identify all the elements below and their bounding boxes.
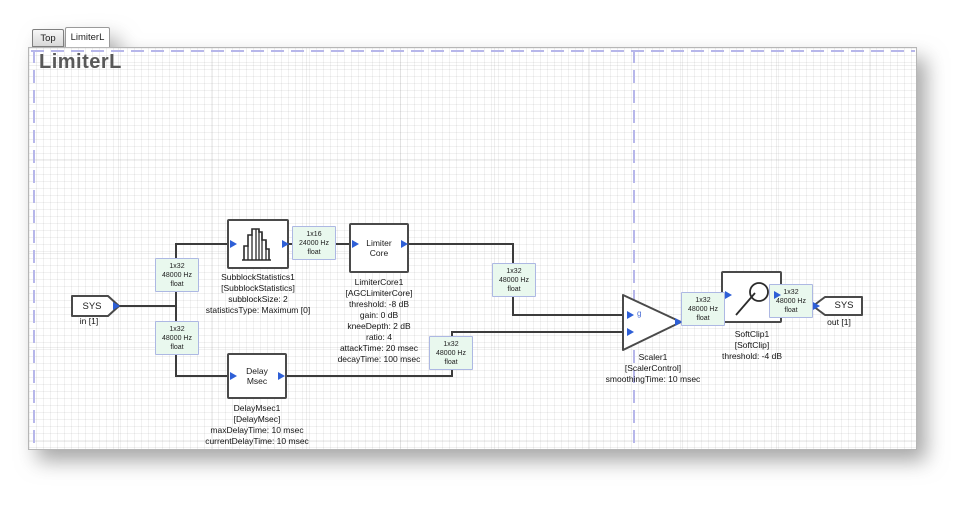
sys-out-input-port-icon — [813, 302, 820, 310]
wire-label-scaler-out[interactable]: 1x3248000 Hzfloat — [681, 292, 725, 326]
wire-delay-out-h[interactable] — [286, 375, 453, 377]
limiter-core-inner-line1: Limiter — [366, 238, 392, 248]
wire-label-in-top[interactable]: 1x3248000 Hzfloat — [155, 258, 199, 292]
delay-inner-line2: Msec — [246, 376, 268, 386]
screenshot-stage: Top LimiterL LimiterL — [0, 0, 975, 508]
wire-label-in-bottom[interactable]: 1x3248000 Hzfloat — [155, 321, 199, 355]
tab-bar: Top LimiterL — [28, 26, 917, 47]
softclip-output-port-icon — [774, 291, 781, 299]
limiter-core-output-port-icon — [401, 240, 408, 248]
delay-output-port-icon — [278, 372, 285, 380]
diagram-canvas[interactable]: LimiterL — [28, 47, 917, 450]
limiter-core-inner-line2: Core — [366, 248, 392, 258]
delay-msec-caption: DelayMsec1 [DelayMsec] maxDelayTime: 10 … — [147, 403, 367, 447]
page-title: LimiterL — [39, 51, 122, 74]
softclip-curve-icon — [729, 275, 775, 319]
scaler-gain-port-icon — [627, 311, 634, 319]
tab-top[interactable]: Top — [32, 29, 64, 47]
page-guide-middle — [633, 50, 635, 450]
wire-label-core-out[interactable]: 1x3248000 Hzfloat — [492, 263, 536, 297]
wire-core-to-scaler[interactable] — [512, 314, 625, 316]
page-guide-top — [31, 50, 915, 52]
wire-to-delay[interactable] — [175, 375, 231, 377]
wire-to-subblock[interactable] — [175, 243, 231, 245]
histogram-icon — [238, 225, 278, 263]
designer-window: Top LimiterL LimiterL — [28, 26, 917, 450]
sys-out-label: SYS — [825, 300, 863, 311]
sys-out-caption: out [1] — [729, 317, 917, 328]
wire-label-subblock-out[interactable]: 1x1624000 Hzfloat — [292, 226, 336, 260]
softclip-input-port-icon — [725, 291, 732, 299]
wire-core-out-h[interactable] — [408, 243, 514, 245]
delay-inner-line1: Delay — [246, 366, 268, 376]
delay-input-port-icon — [230, 372, 237, 380]
block-limiter-core[interactable]: Limiter Core — [349, 223, 409, 273]
sys-in-output-port-icon — [113, 302, 120, 310]
limiter-core-input-port-icon — [352, 240, 359, 248]
scaler-input-port-icon — [627, 328, 634, 336]
scaler-output-port-icon — [675, 318, 682, 326]
scaler-gain-pin-label: g — [637, 309, 641, 318]
subblock-output-port-icon — [282, 240, 289, 248]
page-guide-left — [33, 50, 35, 450]
softclip-caption: SoftClip1 [SoftClip] threshold: -4 dB — [642, 329, 862, 362]
sys-in-label: SYS — [73, 301, 111, 312]
subblock-input-port-icon — [230, 240, 237, 248]
wire-label-delay-out[interactable]: 1x3248000 Hzfloat — [429, 336, 473, 370]
tab-limiterl[interactable]: LimiterL — [65, 27, 110, 47]
wire-label-softclip-out[interactable]: 1x3248000 Hzfloat — [769, 284, 813, 318]
